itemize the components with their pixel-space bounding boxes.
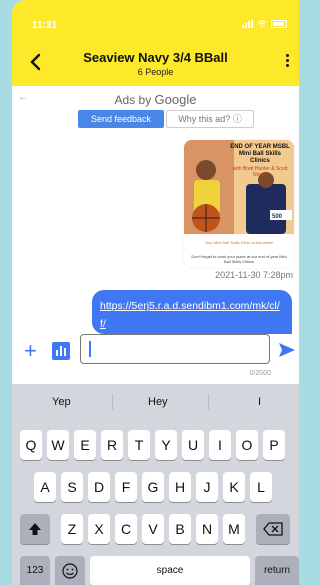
more-options-icon[interactable] bbox=[281, 54, 293, 70]
key-w[interactable]: W bbox=[47, 430, 69, 460]
key-g[interactable]: G bbox=[142, 472, 164, 502]
character-counter: 0/2000 bbox=[249, 370, 271, 377]
phone-screen: 11:31 Seaview Navy 3/4 BBall 6 People ← … bbox=[12, 0, 299, 585]
message-composer: + 0/2000 bbox=[12, 334, 299, 384]
delete-key[interactable] bbox=[256, 514, 290, 544]
key-o[interactable]: O bbox=[236, 430, 258, 460]
key-k[interactable]: K bbox=[223, 472, 245, 502]
key-p[interactable]: P bbox=[263, 430, 285, 460]
space-key[interactable]: space bbox=[90, 556, 250, 585]
key-f[interactable]: F bbox=[115, 472, 137, 502]
chat-member-count: 6 People bbox=[137, 67, 174, 77]
suggestion-2[interactable]: Hey bbox=[148, 396, 168, 408]
key-q[interactable]: Q bbox=[20, 430, 42, 460]
key-e[interactable]: E bbox=[74, 430, 96, 460]
clinic-flyer-image: 500 END OF YEAR MSBL Mini Ball Skills Cl… bbox=[184, 140, 294, 234]
key-l[interactable]: L bbox=[250, 472, 272, 502]
flyer-subtitle: with Brett Hunter & Scott Nicolo bbox=[232, 166, 288, 178]
key-u[interactable]: U bbox=[182, 430, 204, 460]
add-attachment-icon[interactable]: + bbox=[24, 340, 37, 362]
key-t[interactable]: T bbox=[128, 430, 150, 460]
keyboard: Yep Hey I Q W E R T Y U I O P A S D F G … bbox=[12, 384, 299, 585]
key-j[interactable]: J bbox=[196, 472, 218, 502]
chat-title[interactable]: Seaview Navy 3/4 BBall bbox=[12, 50, 299, 65]
send-feedback-button[interactable]: Send feedback bbox=[78, 110, 164, 128]
key-v[interactable]: V bbox=[142, 514, 164, 544]
image-message[interactable]: 500 END OF YEAR MSBL Mini Ball Skills Cl… bbox=[184, 140, 294, 268]
header-bar: 11:31 Seaview Navy 3/4 BBall 6 People bbox=[12, 0, 299, 86]
message-input[interactable] bbox=[80, 334, 270, 364]
flyer-title: END OF YEAR MSBL Mini Ball Skills Clinic… bbox=[230, 144, 290, 164]
text-caret bbox=[89, 341, 91, 357]
send-icon[interactable] bbox=[277, 340, 297, 360]
key-h[interactable]: H bbox=[169, 472, 191, 502]
svg-text:500: 500 bbox=[272, 214, 283, 220]
message-link[interactable]: https://5erj5.r.a.d.sendibm1.com/mk/cl/f… bbox=[100, 300, 280, 330]
message-timestamp: 2021-11-30 7:28pm bbox=[215, 270, 293, 280]
shift-icon bbox=[29, 523, 41, 535]
signal-icon bbox=[242, 20, 253, 28]
wifi-icon bbox=[257, 20, 267, 28]
status-bar: 11:31 bbox=[12, 18, 299, 34]
numbers-key[interactable]: 123 bbox=[20, 556, 50, 585]
message-list: 500 END OF YEAR MSBL Mini Ball Skills Cl… bbox=[12, 134, 299, 334]
status-time: 11:31 bbox=[32, 20, 58, 31]
key-i[interactable]: I bbox=[209, 430, 231, 460]
why-this-ad-button[interactable]: Why this ad? ⓘ bbox=[166, 110, 254, 128]
suggestion-3[interactable]: I bbox=[258, 396, 261, 408]
key-r[interactable]: R bbox=[101, 430, 123, 460]
key-z[interactable]: Z bbox=[61, 514, 83, 544]
ad-banner: ← Ads by Google Send feedback Why this a… bbox=[12, 86, 299, 134]
backspace-icon bbox=[263, 522, 283, 536]
key-y[interactable]: Y bbox=[155, 430, 177, 460]
flyer-caption-detail: Don't forget to book your place at our e… bbox=[191, 254, 287, 264]
return-key[interactable]: return bbox=[255, 556, 299, 585]
key-c[interactable]: C bbox=[115, 514, 137, 544]
battery-icon bbox=[271, 20, 287, 28]
ads-by-label: Ads by Google bbox=[12, 92, 299, 107]
key-n[interactable]: N bbox=[196, 514, 218, 544]
emoji-icon bbox=[62, 563, 78, 579]
ads-by-text: Ads by bbox=[114, 93, 152, 107]
key-d[interactable]: D bbox=[88, 472, 110, 502]
key-a[interactable]: A bbox=[34, 472, 56, 502]
shift-key[interactable] bbox=[20, 514, 50, 544]
key-b[interactable]: B bbox=[169, 514, 191, 544]
key-m[interactable]: M bbox=[223, 514, 245, 544]
ads-brand: Google bbox=[154, 92, 197, 107]
link-message-bubble: https://5erj5.r.a.d.sendibm1.com/mk/cl/f… bbox=[92, 290, 292, 334]
suggestion-1[interactable]: Yep bbox=[52, 396, 71, 408]
poll-chart-icon[interactable] bbox=[52, 342, 70, 360]
suggestion-bar: Yep Hey I bbox=[12, 384, 299, 418]
flyer-caption: Your Mini Ball Skills Clinic is this wee… bbox=[204, 240, 274, 245]
emoji-key[interactable] bbox=[55, 556, 85, 585]
key-s[interactable]: S bbox=[61, 472, 83, 502]
key-x[interactable]: X bbox=[88, 514, 110, 544]
